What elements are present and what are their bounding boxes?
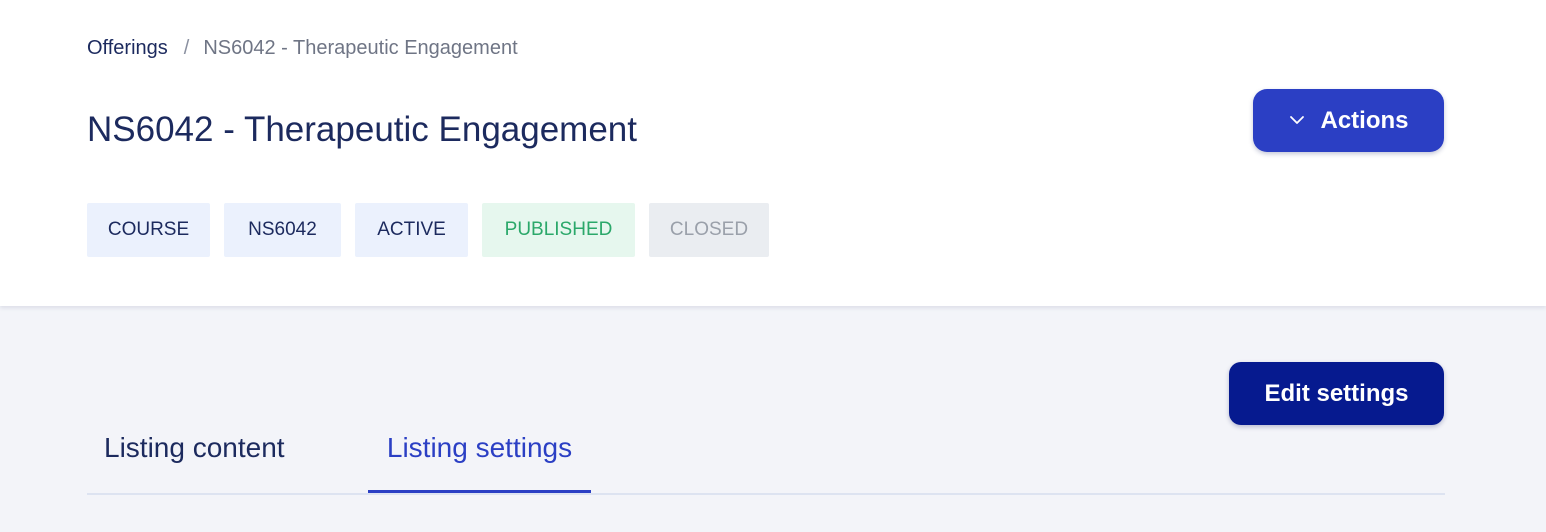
status-badges: COURSE NS6042 ACTIVE PUBLISHED CLOSED	[87, 203, 769, 257]
type-badge: COURSE	[87, 203, 210, 257]
breadcrumb-link-offerings[interactable]: Offerings	[87, 36, 168, 60]
tab-listing-content[interactable]: Listing content	[104, 420, 285, 493]
code-badge: NS6042	[224, 203, 341, 257]
actions-button-label: Actions	[1320, 106, 1409, 134]
closed-status-badge: CLOSED	[649, 203, 769, 257]
tab-listing-settings[interactable]: Listing settings	[368, 420, 591, 493]
active-status-badge: ACTIVE	[355, 203, 468, 257]
chevron-down-icon	[1288, 111, 1306, 129]
edit-settings-button[interactable]: Edit settings	[1229, 362, 1444, 425]
breadcrumb-separator: /	[183, 37, 190, 59]
offering-header: Offerings / NS6042 - Therapeutic Engagem…	[0, 0, 1546, 306]
listing-tabs: Listing content Listing settings	[87, 420, 1445, 495]
breadcrumb: Offerings / NS6042 - Therapeutic Engagem…	[87, 36, 518, 60]
published-status-badge: PUBLISHED	[482, 203, 635, 257]
page-title: NS6042 - Therapeutic Engagement	[87, 110, 637, 149]
breadcrumb-current: NS6042 - Therapeutic Engagement	[203, 37, 518, 59]
actions-button[interactable]: Actions	[1253, 89, 1444, 152]
